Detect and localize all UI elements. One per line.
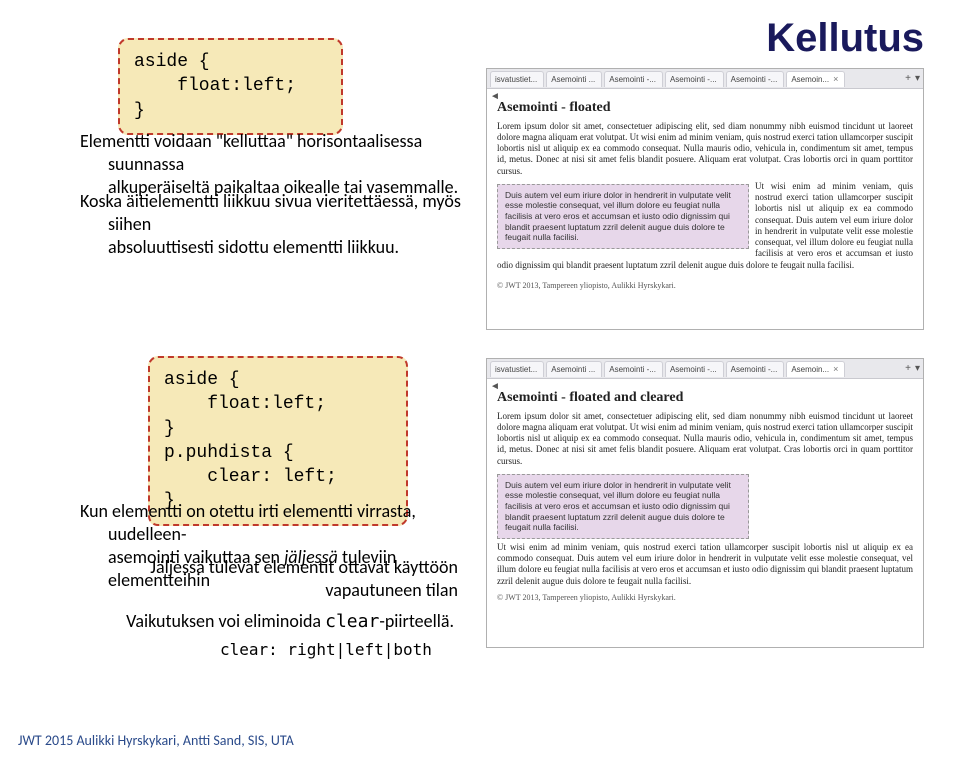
page-para1: Lorem ipsum dolor sit amet, consectetuer… — [497, 411, 913, 467]
paragraph-following-elements: Jäljessä tulevat elementit ottavat käytt… — [78, 556, 458, 602]
tab-dropdown-icon[interactable]: ▾ — [915, 363, 920, 374]
tab-label: Asemointi -... — [670, 365, 717, 374]
p5-a: Vaikutuksen voi eliminoida — [126, 610, 325, 632]
tab-label: Asemointi -... — [609, 365, 656, 374]
nav-back-icon[interactable]: ◄ — [490, 381, 500, 392]
tab-label: Asemointi -... — [609, 75, 656, 84]
tab-bar: isvatustiet... Asemointi ... Asemointi -… — [487, 359, 923, 379]
page-copyright: © JWT 2013, Tampereen yliopisto, Aulikki… — [497, 593, 913, 603]
p5-mono: clear — [325, 611, 379, 632]
page-cleared-para: Ut wisi enim ad minim veniam, quis nostr… — [497, 542, 913, 587]
browser-tab[interactable]: Asemointi -... — [665, 361, 724, 377]
tab-label: Asemoin... — [791, 75, 829, 84]
p5-c: -piirteellä. — [379, 610, 454, 632]
browser-tab[interactable]: Asemointi -... — [726, 361, 785, 377]
tab-label: Asemointi -... — [731, 75, 778, 84]
paragraph-parent-scroll: Koska äitielementti liikkuu sivua vierit… — [18, 190, 468, 259]
slide-footer: JWT 2015 Aulikki Hyrskykari, Antti Sand,… — [18, 732, 294, 749]
browser-tab-active[interactable]: Asemoin... × — [786, 71, 845, 87]
floated-aside: Duis autem vel eum iriure dolor in hendr… — [497, 474, 749, 539]
close-icon[interactable]: × — [833, 74, 838, 84]
browser-tab[interactable]: Asemointi -... — [604, 71, 663, 87]
tab-label: Asemoin... — [791, 365, 829, 374]
paragraph-clear-feature: Vaikutuksen voi eliminoida clear-piirtee… — [74, 610, 454, 633]
tab-label: Asemointi ... — [551, 365, 595, 374]
browser-tab[interactable]: Asemointi ... — [546, 71, 602, 87]
browser-tab[interactable]: isvatustiet... — [490, 71, 544, 87]
browser-tab[interactable]: Asemointi -... — [726, 71, 785, 87]
tab-dropdown-icon[interactable]: ▾ — [915, 73, 920, 84]
page-content: Asemointi - floated Lorem ipsum dolor si… — [487, 89, 923, 299]
floated-aside: Duis autem vel eum iriure dolor in hendr… — [497, 184, 749, 249]
page-copyright: © JWT 2013, Tampereen yliopisto, Aulikki… — [497, 281, 913, 291]
tab-label: Asemointi ... — [551, 75, 595, 84]
new-tab-icon[interactable]: + — [905, 73, 911, 84]
p4-line2: vapautuneen tilan — [325, 579, 458, 601]
page-content: Asemointi - floated and cleared Lorem ip… — [487, 379, 923, 611]
browser-preview-cleared: isvatustiet... Asemointi ... Asemointi -… — [486, 358, 924, 648]
browser-tab[interactable]: Asemointi -... — [665, 71, 724, 87]
paragraph-intro: Elementti voidaan "kelluttaa" horisontaa… — [18, 130, 468, 199]
slide-title: Kellutus — [766, 16, 924, 61]
p2-line1: Koska äitielementti liikkuu sivua vierit… — [80, 190, 461, 235]
browser-tab-active[interactable]: Asemoin... × — [786, 361, 845, 377]
browser-preview-floated: isvatustiet... Asemointi ... Asemointi -… — [486, 68, 924, 330]
p4-line1: Jäljessä tulevat elementit ottavat käytt… — [150, 556, 458, 578]
code-block-float: aside { float:left; } — [118, 38, 343, 135]
tab-bar: isvatustiet... Asemointi ... Asemointi -… — [487, 69, 923, 89]
page-para1: Lorem ipsum dolor sit amet, consectetuer… — [497, 121, 913, 177]
clear-values: clear: right|left|both — [220, 640, 460, 660]
tab-label: Asemointi -... — [731, 365, 778, 374]
browser-tab[interactable]: Asemointi ... — [546, 361, 602, 377]
page-heading: Asemointi - floated and cleared — [497, 389, 913, 407]
browser-tab[interactable]: Asemointi -... — [604, 361, 663, 377]
page-heading: Asemointi - floated — [497, 99, 913, 117]
p3-line1: Kun elementti on otettu irti elementti v… — [80, 500, 416, 545]
close-icon[interactable]: × — [833, 364, 838, 374]
nav-back-icon[interactable]: ◄ — [490, 91, 500, 102]
p1-line1: Elementti voidaan "kelluttaa" horisontaa… — [80, 130, 422, 175]
browser-tab[interactable]: isvatustiet... — [490, 361, 544, 377]
tab-label: isvatustiet... — [495, 365, 537, 374]
p2-line2: absoluuttisesti sidottu elementti liikku… — [108, 236, 399, 258]
new-tab-icon[interactable]: + — [905, 363, 911, 374]
tab-label: Asemointi -... — [670, 75, 717, 84]
tab-label: isvatustiet... — [495, 75, 537, 84]
